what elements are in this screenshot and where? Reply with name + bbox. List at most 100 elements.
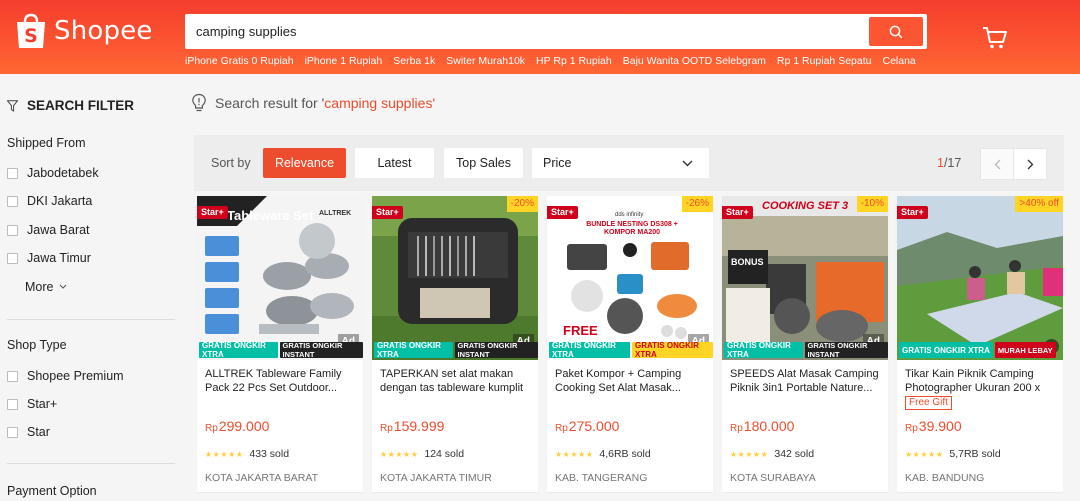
more-locations-button[interactable]: More — [25, 280, 67, 294]
filter-option-shopee-premium[interactable]: Shopee Premium — [7, 369, 124, 383]
checkbox[interactable] — [7, 167, 18, 179]
free-label: FREE — [563, 323, 598, 338]
payment-option-title: Payment Option — [7, 484, 97, 498]
star-plus-badge: Star+ — [547, 206, 578, 219]
filter-option-star[interactable]: Star — [7, 425, 50, 439]
checkbox[interactable] — [7, 370, 18, 382]
filter-option-jabodetabek[interactable]: Jabodetabek — [7, 166, 99, 180]
shipping-tags: GRATIS ONGKIR XTRA GRATIS ONGKIR XTRA — [547, 340, 713, 360]
search-suggestions: iPhone Gratis 0 Rupiah iPhone 1 Rupiah S… — [185, 55, 916, 67]
suggestion-link[interactable]: Serba 1k — [393, 55, 435, 67]
sold-count: 124 sold — [424, 448, 465, 460]
discount-badge: -10% — [856, 196, 888, 212]
checkbox[interactable] — [7, 252, 18, 264]
checkbox[interactable] — [7, 195, 18, 207]
shopping-bag-icon: S — [14, 12, 48, 50]
product-card[interactable]: dds infinity BUNDLE NESTING DS308 + KOMP… — [547, 196, 713, 492]
page-indicator: 1/17 — [937, 156, 962, 170]
product-rating: ★★★★★ 4,6RB sold — [555, 448, 651, 460]
rating-stars-icon: ★★★★★ — [205, 449, 244, 459]
search-result-heading: Search result for ' camping supplies ' — [191, 93, 435, 113]
sold-count: 5,7RB sold — [949, 448, 1001, 460]
rating-stars-icon: ★★★★★ — [730, 449, 769, 459]
product-price: Rp39.900 — [905, 418, 962, 434]
gratis-ongkir-instant-tag: GRATIS ONGKIR INSTANT — [279, 341, 363, 359]
discount-badge: -26% — [681, 196, 713, 212]
filter-option-dki-jakarta[interactable]: DKI Jakarta — [7, 194, 92, 208]
filter-option-jawa-timur[interactable]: Jawa Timur — [7, 251, 91, 265]
gratis-ongkir-instant-tag: GRATIS ONGKIR INSTANT — [804, 341, 888, 359]
image-brand: dds infinity — [615, 212, 644, 218]
filter-option-star-plus[interactable]: Star+ — [7, 397, 57, 411]
divider — [7, 463, 175, 464]
logo-text: Shopee — [54, 16, 153, 46]
logo-letter: S — [24, 25, 38, 47]
product-location: KAB. TANGERANG — [555, 472, 648, 484]
result-suffix: ' — [432, 95, 436, 111]
checkbox[interactable] — [7, 398, 18, 410]
product-name: ALLTREK Tableware Family Pack 22 Pcs Set… — [205, 368, 342, 394]
next-page-button[interactable] — [1013, 148, 1047, 180]
rating-stars-icon: ★★★★★ — [380, 449, 419, 459]
image-brand: ALLTREK — [319, 210, 352, 217]
cart-icon[interactable] — [982, 26, 1008, 50]
product-location: KOTA JAKARTA TIMUR — [380, 472, 492, 484]
product-price: Rp299.000 — [205, 418, 270, 434]
product-card[interactable]: COOKING SET 3 BONUS Star+ -10% Ad GRATIS… — [722, 196, 888, 492]
suggestion-link[interactable]: iPhone Gratis 0 Rupiah — [185, 55, 294, 67]
product-rating: ★★★★★ 433 sold — [205, 448, 289, 460]
product-rating: ★★★★★ 342 sold — [730, 448, 814, 460]
product-name: Paket Kompor + Camping Cooking Set Alat … — [555, 368, 682, 394]
product-card[interactable]: Star+ -20% Ad GRATIS ONGKIR XTRA GRATIS … — [372, 196, 538, 492]
gratis-ongkir-xtra-tag: GRATIS ONGKIR XTRA — [199, 341, 278, 359]
product-image — [897, 196, 1063, 360]
filter-icon — [7, 99, 18, 112]
shipping-tags: GRATIS ONGKIR XTRA MURAH LEBAY — [897, 340, 1063, 360]
suggestion-link[interactable]: Baju Wanita OOTD Selebgram — [623, 55, 766, 67]
free-gift-badge: Free Gift — [905, 396, 952, 410]
murah-lebay-tag: MURAH LEBAY — [994, 342, 1056, 358]
sort-latest-button[interactable]: Latest — [355, 148, 434, 178]
product-location: KAB. BANDUNG — [905, 472, 985, 484]
discount-badge: -20% — [506, 196, 538, 212]
search-button[interactable] — [869, 17, 923, 46]
chevron-left-icon — [994, 159, 1000, 169]
checkbox[interactable] — [7, 426, 18, 438]
product-rating: ★★★★★ 5,7RB sold — [905, 448, 1001, 460]
gratis-ongkir-instant-tag: GRATIS ONGKIR INSTANT — [454, 341, 538, 359]
product-card[interactable]: Tableware Set ALLTREK Star+ Ad GRATIS ON… — [197, 196, 363, 492]
divider — [7, 319, 175, 320]
product-price: Rp180.000 — [730, 418, 795, 434]
product-price: Rp159.999 — [380, 418, 445, 434]
price-sort-select[interactable]: Price — [532, 148, 709, 178]
rating-stars-icon: ★★★★★ — [905, 449, 944, 459]
suggestion-link[interactable]: Switer Murah10k — [446, 55, 525, 67]
search-filter-title: SEARCH FILTER — [7, 98, 134, 113]
image-label: COOKING SET 3 — [762, 200, 849, 212]
search-input[interactable] — [185, 14, 869, 49]
gratis-ongkir-xtra-tag: GRATIS ONGKIR XTRA — [724, 341, 803, 359]
shopee-logo[interactable]: S Shopee — [14, 12, 153, 50]
checkbox[interactable] — [7, 224, 18, 236]
gratis-ongkir-xtra-tag: GRATIS ONGKIR XTRA — [549, 341, 630, 359]
search-box — [185, 14, 927, 49]
filter-option-jawa-barat[interactable]: Jawa Barat — [7, 223, 90, 237]
suggestion-link[interactable]: Celana — [882, 55, 915, 67]
result-keyword: camping supplies — [324, 95, 433, 111]
sort-relevance-button[interactable]: Relevance — [263, 148, 346, 178]
chevron-down-icon — [60, 284, 67, 289]
star-plus-badge: Star+ — [722, 206, 753, 219]
sort-top-sales-button[interactable]: Top Sales — [444, 148, 523, 178]
suggestion-link[interactable]: HP Rp 1 Rupiah — [536, 55, 612, 67]
image-label: Tableware Set — [227, 208, 314, 223]
product-card[interactable]: Star+ >40% off GRATIS ONGKIR XTRA MURAH … — [897, 196, 1063, 492]
image-brand: BONUS — [731, 257, 764, 267]
suggestion-link[interactable]: iPhone 1 Rupiah — [305, 55, 383, 67]
shipping-tags: GRATIS ONGKIR XTRA GRATIS ONGKIR INSTANT — [197, 340, 363, 360]
prev-page-button[interactable] — [980, 148, 1014, 180]
gratis-ongkir-xtra-tag: GRATIS ONGKIR XTRA — [374, 341, 453, 359]
product-name: SPEEDS Alat Masak Camping Piknik 3in1 Po… — [730, 368, 879, 394]
shipping-tags: GRATIS ONGKIR XTRA GRATIS ONGKIR INSTANT — [722, 340, 888, 360]
product-name: Tikar Kain Piknik Camping Photographer U… — [905, 368, 1041, 394]
suggestion-link[interactable]: Rp 1 Rupiah Sepatu — [777, 55, 872, 67]
